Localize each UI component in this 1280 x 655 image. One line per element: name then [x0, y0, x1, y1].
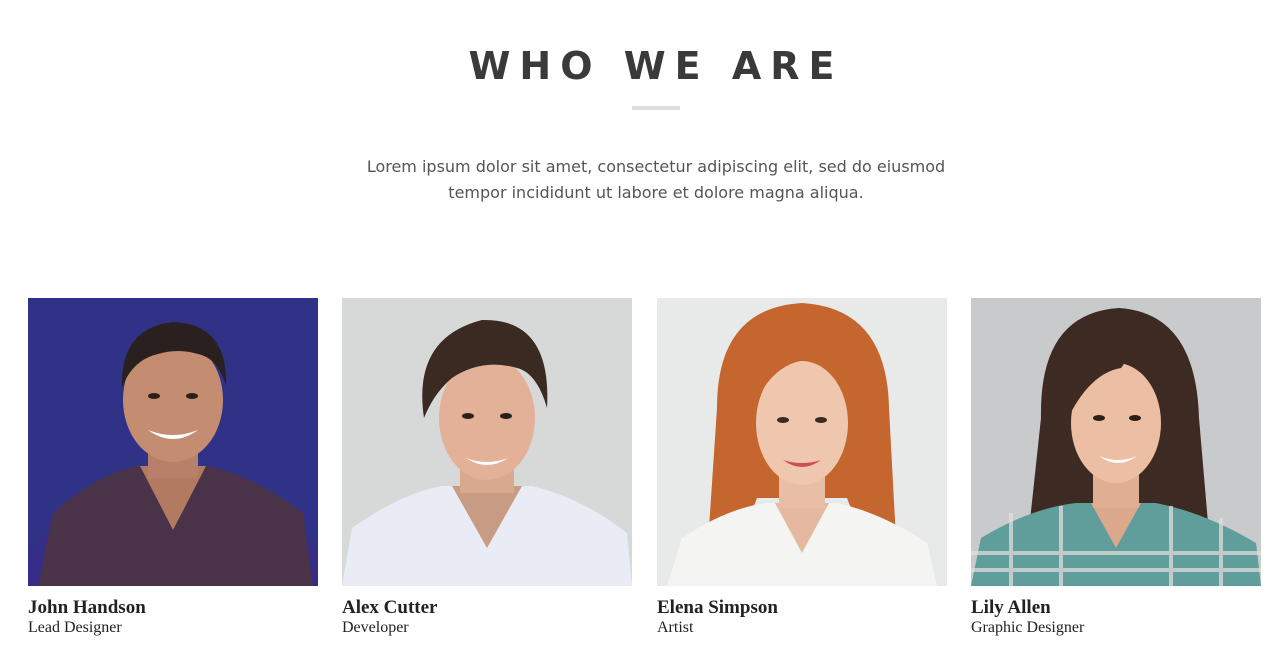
- team-photo: [971, 298, 1261, 586]
- team-photo: [28, 298, 318, 586]
- portrait-man-brown-hair: [342, 298, 632, 586]
- team-photo: [657, 298, 947, 586]
- member-name: Alex Cutter: [342, 597, 438, 618]
- portrait-woman-red-hair: [657, 298, 947, 586]
- portrait-woman-brown-hair: [971, 298, 1261, 586]
- portrait-man-dark-hair: [28, 298, 318, 586]
- section-title: WHO WE ARE: [468, 44, 844, 88]
- team-card-john-handson: John Handson Lead Designer: [28, 298, 318, 638]
- member-role: Lead Designer: [28, 619, 122, 636]
- member-name: Elena Simpson: [657, 597, 778, 618]
- team-photo: [342, 298, 632, 586]
- team-card-alex-cutter: Alex Cutter Developer: [342, 298, 632, 638]
- title-divider: [632, 106, 680, 110]
- team-card-elena-simpson: Elena Simpson Artist: [657, 298, 947, 638]
- member-name: John Handson: [28, 597, 146, 618]
- team-card-lily-allen: Lily Allen Graphic Designer: [971, 298, 1261, 638]
- member-role: Artist: [657, 619, 694, 636]
- member-name: Lily Allen: [971, 597, 1051, 618]
- member-role: Graphic Designer: [971, 619, 1085, 636]
- member-role: Developer: [342, 619, 409, 636]
- intro-text: Lorem ipsum dolor sit amet, consectetur …: [366, 157, 946, 202]
